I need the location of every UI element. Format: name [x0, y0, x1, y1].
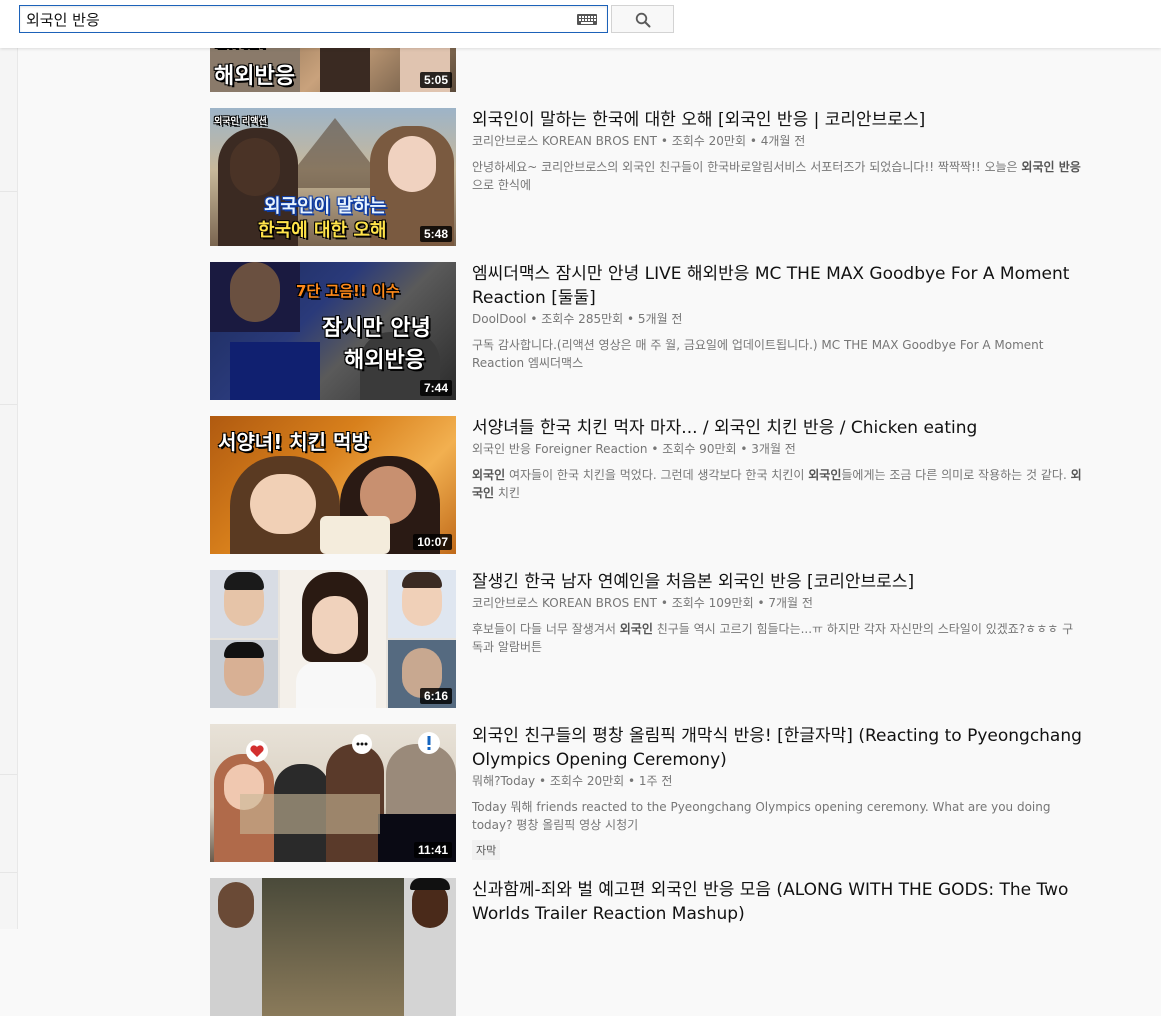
video-result[interactable]: 11:41 외국인 친구들의 평창 올림픽 개막식 반응! [한글자막] (Re… — [210, 724, 1090, 862]
video-title[interactable]: 잘생긴 한국 남자 연예인을 처음본 외국인 반응 [코리안브로스] — [472, 570, 1082, 594]
duration-badge: 5:05 — [420, 72, 452, 88]
video-description: 안녕하세요~ 코리안브로스의 외국인 친구들이 한국바로알림서비스 서포터즈가 … — [472, 158, 1082, 194]
channel-name[interactable]: 코리안브로스 KOREAN BROS ENT — [472, 134, 657, 148]
channel-name[interactable]: DoolDool — [472, 312, 527, 326]
video-thumbnail[interactable]: 7단 고음!! 이수 잠시만 안녕 해외반응 7:44 — [210, 262, 456, 400]
video-info: 잘생긴 한국 남자 연예인을 처음본 외국인 반응 [코리안브로스] 코리안브로… — [472, 570, 1082, 656]
video-info: 서양녀들 한국 치킨 먹자 마자... / 외국인 치킨 반응 / Chicke… — [472, 416, 1082, 502]
sidebar-divider — [0, 774, 17, 775]
upload-age: 1주 전 — [639, 774, 673, 788]
video-meta: 코리안브로스 KOREAN BROS ENT • 조회수 20만회 • 4개월 … — [472, 132, 1082, 150]
thumbnail-caption: 서양녀! 치킨 먹방 — [218, 426, 370, 455]
video-thumbnail[interactable] — [210, 878, 456, 1016]
duration-badge: 11:41 — [414, 842, 452, 858]
video-meta: 코리안브로스 KOREAN BROS ENT • 조회수 109만회 • 7개월… — [472, 594, 1082, 612]
sidebar-divider — [0, 191, 17, 192]
video-description: Today 뭐해 friends reacted to the Pyeongch… — [472, 798, 1082, 834]
chat-bubble-icon — [352, 734, 372, 754]
video-result[interactable]: 외국인 리액션 외국인이 말하는 한국에 대한 오해 5:48 외국인이 말하는… — [210, 108, 1090, 246]
meta-separator: • — [750, 134, 757, 148]
sidebar-divider — [0, 404, 17, 405]
video-thumbnail[interactable]: 11:41 — [210, 724, 456, 862]
upload-age: 5개월 전 — [638, 312, 683, 326]
duration-badge: 10:07 — [413, 534, 452, 550]
search-button[interactable] — [611, 5, 674, 33]
video-info: 외국인이 말하는 한국에 대한 오해 [외국인 반응 | 코리안브로스] 코리안… — [472, 108, 1082, 194]
keyboard-icon[interactable] — [577, 14, 597, 25]
video-meta: 외국인 반응 Foreigner Reaction • 조회수 90만회 • 3… — [472, 440, 1082, 458]
video-title[interactable]: 엠씨더맥스 잠시만 안녕 LIVE 해외반응 MC THE MAX Goodby… — [472, 262, 1082, 310]
meta-separator: • — [661, 596, 668, 610]
search-input[interactable] — [26, 8, 574, 30]
view-count: 조회수 285만회 — [541, 312, 623, 326]
meta-separator: • — [651, 442, 658, 456]
exclamation-icon — [418, 732, 440, 754]
video-thumbnail[interactable]: 외국인 리액션 외국인이 말하는 한국에 대한 오해 5:48 — [210, 108, 456, 246]
thumbnail-caption: 해외반응 — [214, 58, 295, 90]
video-thumbnail[interactable]: 서양녀! 치킨 먹방 10:07 — [210, 416, 456, 554]
video-description: 외국인 여자들이 한국 치킨을 먹었다. 그런데 생각보다 한국 치킨이 외국인… — [472, 466, 1082, 502]
thumbnail-caption: 한국에 대한 오해 — [258, 216, 386, 242]
view-count: 조회수 20만회 — [550, 774, 624, 788]
subtitles-badge: 자막 — [472, 840, 500, 860]
heart-icon — [246, 740, 268, 762]
video-description: 후보들이 다들 너무 잘생겨서 외국인 친구들 역시 고르기 힘들다는...ㅠ … — [472, 620, 1082, 656]
view-count: 조회수 20만회 — [672, 134, 746, 148]
channel-name[interactable]: 외국인 반응 Foreigner Reaction — [472, 442, 648, 456]
duration-badge: 5:48 — [420, 226, 452, 242]
view-count: 조회수 90만회 — [662, 442, 736, 456]
video-title[interactable]: 외국인이 말하는 한국에 대한 오해 [외국인 반응 | 코리안브로스] — [472, 108, 1082, 132]
meta-separator: • — [740, 442, 747, 456]
video-result[interactable]: 6:16 잘생긴 한국 남자 연예인을 처음본 외국인 반응 [코리안브로스] … — [210, 570, 1090, 708]
sidebar-divider — [0, 872, 17, 873]
meta-separator: • — [757, 596, 764, 610]
upload-age: 4개월 전 — [761, 134, 806, 148]
meta-separator: • — [661, 134, 668, 148]
meta-separator: • — [627, 312, 634, 326]
duration-badge: 6:16 — [420, 688, 452, 704]
video-meta: DoolDool • 조회수 285만회 • 5개월 전 — [472, 310, 1082, 328]
masthead — [0, 0, 1161, 48]
thumbnail-caption: 잠시만 안녕 — [322, 310, 431, 342]
video-info: 신과함께-죄와 벌 예고편 외국인 반응 모음 (ALONG WITH THE … — [472, 878, 1082, 926]
thumbnail-caption: 7단 고음!! 이수 — [296, 280, 400, 301]
view-count: 조회수 109만회 — [672, 596, 754, 610]
duration-badge: 7:44 — [420, 380, 452, 396]
thumbnail-corner-label: 외국인 리액션 — [214, 114, 267, 127]
video-title[interactable]: 서양녀들 한국 치킨 먹자 마자... / 외국인 치킨 반응 / Chicke… — [472, 416, 1082, 440]
search-box[interactable] — [19, 5, 608, 33]
guide-sidebar — [0, 48, 18, 929]
video-info: 엠씨더맥스 잠시만 안녕 LIVE 해외반응 MC THE MAX Goodby… — [472, 262, 1082, 372]
video-info: 외국인 친구들의 평창 올림픽 개막식 반응! [한글자막] (Reacting… — [472, 724, 1082, 860]
channel-name[interactable]: 코리안브로스 KOREAN BROS ENT — [472, 596, 657, 610]
channel-name[interactable]: 뭐해?Today — [472, 774, 535, 788]
video-thumbnail[interactable]: 6:16 — [210, 570, 456, 708]
video-result[interactable]: 서양녀! 치킨 먹방 10:07 서양녀들 한국 치킨 먹자 마자... / 외… — [210, 416, 1090, 554]
video-result[interactable]: 7단 고음!! 이수 잠시만 안녕 해외반응 7:44 엠씨더맥스 잠시만 안녕… — [210, 262, 1090, 400]
thumbnail-caption: 외국인이 말하는 — [264, 192, 386, 218]
upload-age: 7개월 전 — [768, 596, 813, 610]
meta-separator: • — [530, 312, 537, 326]
video-title[interactable]: 외국인 친구들의 평창 올림픽 개막식 반응! [한글자막] (Reacting… — [472, 724, 1082, 772]
meta-separator: • — [628, 774, 635, 788]
video-meta: 뭐해?Today • 조회수 20만회 • 1주 전 — [472, 772, 1082, 790]
video-result[interactable]: 신과함께-죄와 벌 예고편 외국인 반응 모음 (ALONG WITH THE … — [210, 878, 1090, 1016]
video-title[interactable]: 신과함께-죄와 벌 예고편 외국인 반응 모음 (ALONG WITH THE … — [472, 878, 1082, 926]
upload-age: 3개월 전 — [751, 442, 796, 456]
meta-separator: • — [539, 774, 546, 788]
video-description: 구독 감사합니다.(리액션 영상은 매 주 월, 금요일에 업데이트됩니다.) … — [472, 336, 1082, 372]
thumbnail-caption: 해외반응 — [344, 342, 425, 374]
